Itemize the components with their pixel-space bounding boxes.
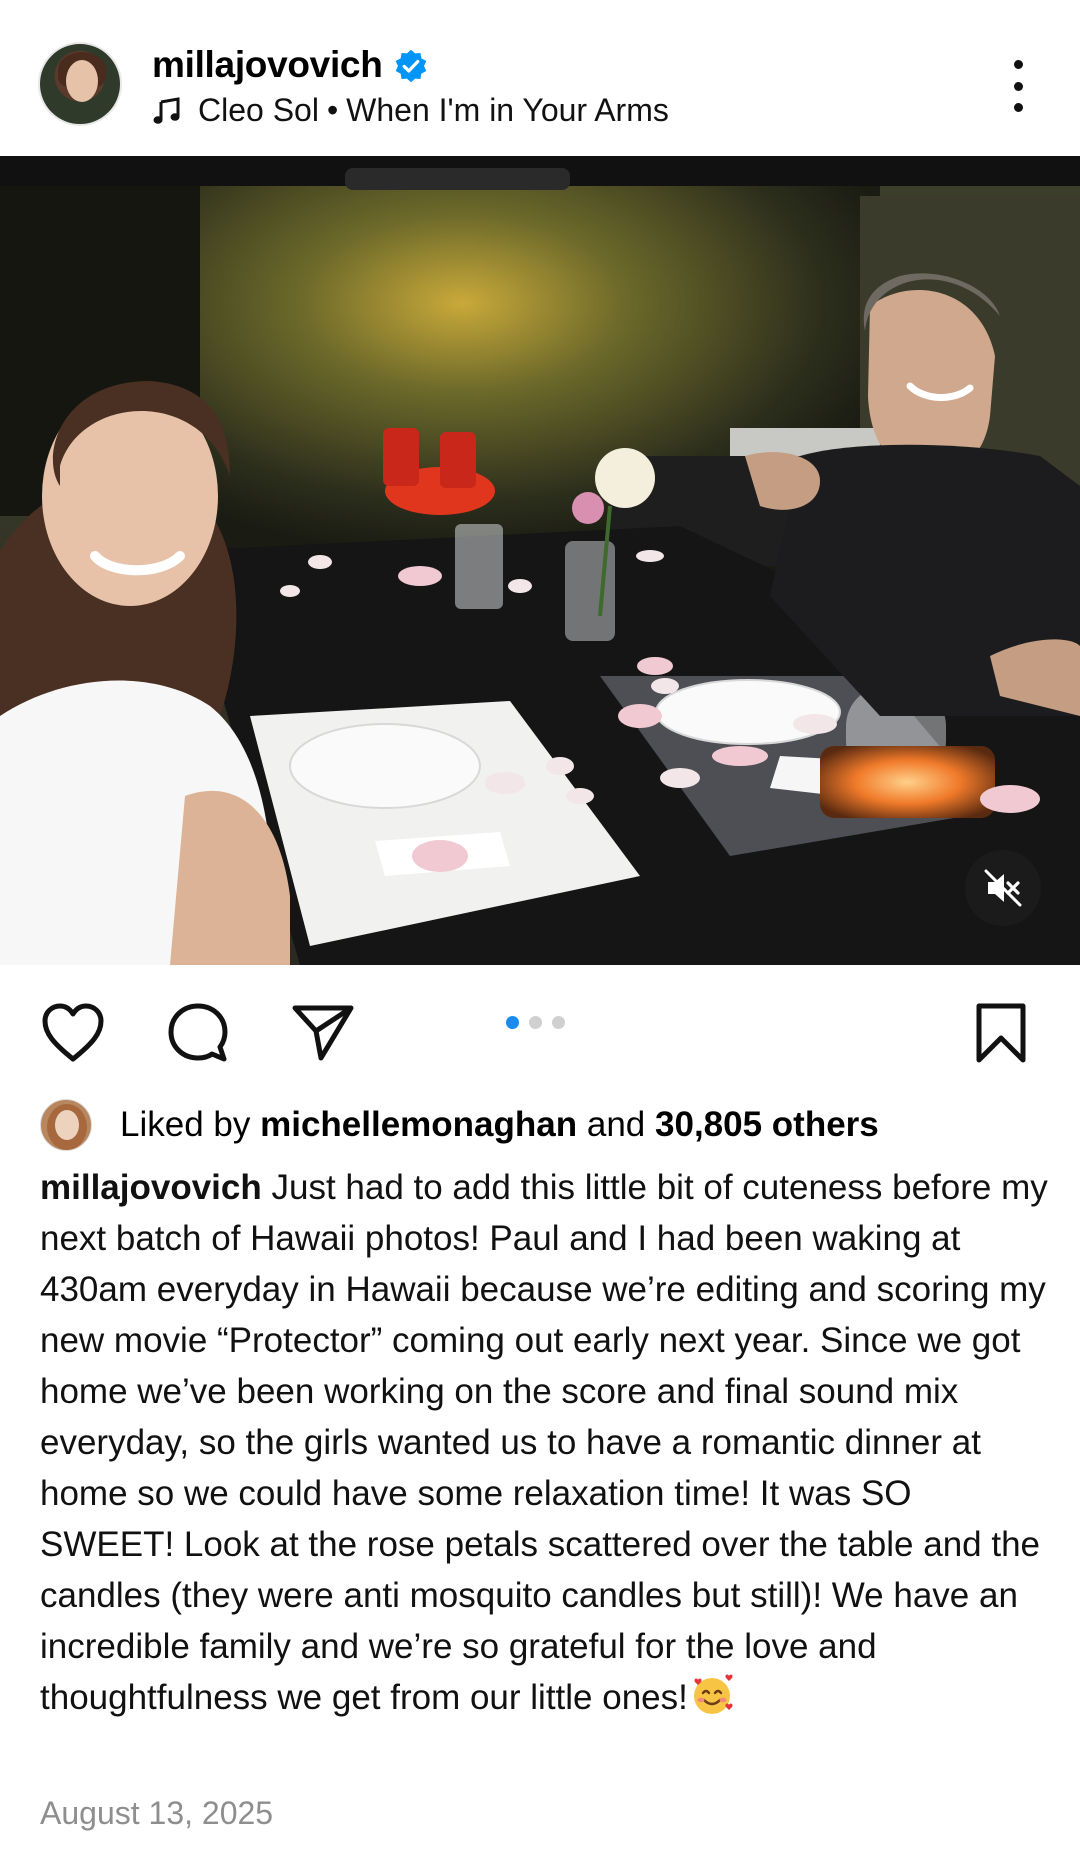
mute-glyph [984,869,1022,907]
mute-icon[interactable] [965,850,1041,926]
likes-and: and [586,1105,646,1144]
share-icon[interactable] [290,1000,356,1066]
carousel-dot-active [506,1016,519,1029]
photo-illustration [0,156,1080,965]
username[interactable]: millajovovich [152,44,383,86]
post-actions [0,980,1080,1080]
caption-username[interactable]: millajovovich [40,1168,262,1207]
caption-text: Just had to add this little bit of cuten… [40,1168,1048,1717]
music-note-icon [153,96,180,124]
post-photo[interactable] [0,156,1080,965]
music-info[interactable]: Cleo Sol • When I'm in Your Arms [152,92,669,129]
music-song: When I'm in Your Arms [346,92,669,128]
post-date: August 13, 2025 [40,1795,274,1831]
likes-prefix: Liked by [120,1105,251,1144]
more-options-icon[interactable] [1000,60,1036,112]
verified-badge-icon [395,49,427,83]
likes-summary[interactable]: Liked by michellemonaghan and 30,805 oth… [40,1098,879,1152]
user-avatar[interactable] [38,42,122,126]
carousel-indicator [506,1016,565,1029]
music-separator: • [326,92,339,128]
post-caption: millajovovich Just had to add this littl… [40,1162,1050,1723]
bookmark-icon[interactable] [968,1000,1034,1066]
carousel-dot [529,1016,542,1029]
carousel-dot [552,1016,565,1029]
music-artist: Cleo Sol [198,92,319,128]
likes-count[interactable]: 30,805 others [655,1105,879,1145]
liker-avatar [40,1099,92,1151]
liker-username[interactable]: michellemonaghan [260,1105,577,1145]
smiling-face-with-hearts-icon [693,1674,733,1714]
post-header: millajovovich Cleo Sol • When I'm in You… [0,0,1080,156]
comment-icon[interactable] [165,1000,231,1066]
heart-icon[interactable] [40,1000,106,1066]
